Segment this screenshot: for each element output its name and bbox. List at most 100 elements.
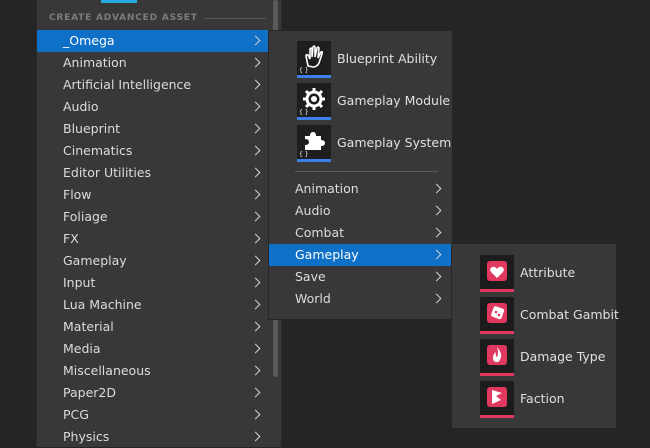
- chevron-right-icon: [250, 167, 261, 178]
- submenu-label: Audio: [295, 203, 331, 218]
- category-flow[interactable]: Flow: [37, 184, 273, 206]
- category-label: PCG: [63, 407, 89, 422]
- dice-icon: [480, 297, 514, 334]
- category-label: Gameplay: [63, 253, 127, 268]
- chevron-right-icon: [431, 293, 442, 304]
- chevron-right-icon: [250, 343, 261, 354]
- chevron-right-icon: [250, 35, 261, 46]
- puzzle-icon: { }: [297, 125, 331, 162]
- submenu-label: Gameplay: [295, 247, 359, 262]
- chevron-right-icon: [250, 101, 261, 112]
- category-artificial-intelligence[interactable]: Artificial Intelligence: [37, 74, 273, 96]
- chevron-right-icon: [250, 299, 261, 310]
- category-label: Lua Machine: [63, 297, 142, 312]
- chevron-right-icon: [431, 271, 442, 282]
- category-label: FX: [63, 231, 79, 246]
- category-paper2d[interactable]: Paper2D: [37, 382, 273, 404]
- chevron-right-icon: [250, 255, 261, 266]
- category-label: Cinematics: [63, 143, 133, 158]
- asset-gameplay-system[interactable]: { } Gameplay System: [297, 125, 451, 165]
- submenu-save[interactable]: Save: [269, 266, 452, 288]
- section-header: CREATE ADVANCED ASSET: [49, 13, 279, 25]
- category-label: Material: [63, 319, 114, 334]
- asset-blueprint-ability[interactable]: { } Blueprint Ability: [297, 41, 447, 81]
- asset-faction[interactable]: Faction: [480, 381, 612, 421]
- category-label: Paper2D: [63, 385, 116, 400]
- chevron-right-icon: [250, 409, 261, 420]
- category-fx[interactable]: FX: [37, 228, 273, 250]
- asset-gameplay-module[interactable]: { } Gameplay Module: [297, 83, 451, 123]
- category-animation[interactable]: Animation: [37, 52, 273, 74]
- chevron-right-icon: [250, 387, 261, 398]
- category-label: Foliage: [63, 209, 108, 224]
- category-label: Flow: [63, 187, 92, 202]
- asset-damage-type[interactable]: Damage Type: [480, 339, 612, 379]
- chevron-right-icon: [250, 277, 261, 288]
- gear-icon: { }: [297, 83, 331, 120]
- chevron-right-icon: [250, 365, 261, 376]
- chevron-right-icon: [250, 431, 261, 442]
- asset-label: Attribute: [520, 265, 576, 280]
- omega-submenu: { } Blueprint Ability { } Gameplay Modul…: [268, 30, 453, 320]
- submenu-world[interactable]: World: [269, 288, 452, 310]
- category-editor-utilities[interactable]: Editor Utilities: [37, 162, 273, 184]
- category-input[interactable]: Input: [37, 272, 273, 294]
- category-label: Media: [63, 341, 101, 356]
- category-physics[interactable]: Physics: [37, 426, 273, 448]
- menu-divider: [295, 171, 438, 172]
- chevron-right-icon: [250, 79, 261, 90]
- asset-attribute[interactable]: Attribute: [480, 255, 612, 295]
- chevron-right-icon: [250, 57, 261, 68]
- flag-icon: [480, 381, 514, 418]
- category-material[interactable]: Material: [37, 316, 273, 338]
- asset-label: Blueprint Ability: [337, 51, 438, 66]
- chevron-right-icon: [250, 189, 261, 200]
- submenu-label: Combat: [295, 225, 345, 240]
- asset-label: Damage Type: [520, 349, 606, 364]
- submenu-combat[interactable]: Combat: [269, 222, 452, 244]
- category-label: Audio: [63, 99, 99, 114]
- category-cinematics[interactable]: Cinematics: [37, 140, 273, 162]
- section-title: CREATE ADVANCED ASSET: [49, 13, 198, 23]
- asset-category-menu: CREATE ADVANCED ASSET _Omega Animation A…: [36, 0, 282, 447]
- asset-label: Gameplay Module: [337, 93, 451, 108]
- category-label: Animation: [63, 55, 127, 70]
- submenu-gameplay[interactable]: Gameplay: [269, 244, 452, 266]
- category-label: Editor Utilities: [63, 165, 152, 180]
- heart-icon: [480, 255, 514, 292]
- submenu-animation[interactable]: Animation: [269, 178, 452, 200]
- category-label: Physics: [63, 429, 110, 444]
- asset-label: Gameplay System: [337, 135, 452, 150]
- submenu-label: Animation: [295, 181, 359, 196]
- chevron-right-icon: [250, 211, 261, 222]
- section-divider: [204, 18, 266, 19]
- category-miscellaneous[interactable]: Miscellaneous: [37, 360, 273, 382]
- category-lua-machine[interactable]: Lua Machine: [37, 294, 273, 316]
- asset-label: Combat Gambit: [520, 307, 619, 322]
- category-blueprint[interactable]: Blueprint: [37, 118, 273, 140]
- chevron-right-icon: [431, 227, 442, 238]
- submenu-audio[interactable]: Audio: [269, 200, 452, 222]
- chevron-right-icon: [250, 123, 261, 134]
- category-gameplay[interactable]: Gameplay: [37, 250, 273, 272]
- asset-combat-gambit[interactable]: Combat Gambit: [480, 297, 619, 337]
- asset-label: Faction: [520, 391, 565, 406]
- category-audio[interactable]: Audio: [37, 96, 273, 118]
- category-pcg[interactable]: PCG: [37, 404, 273, 426]
- category-label: Miscellaneous: [63, 363, 151, 378]
- chevron-right-icon: [431, 183, 442, 194]
- category-label: Blueprint: [63, 121, 121, 136]
- category-omega[interactable]: _Omega: [37, 30, 273, 52]
- category-label: _Omega: [63, 33, 115, 48]
- submenu-label: World: [295, 291, 331, 306]
- chevron-right-icon: [250, 145, 261, 156]
- submenu-label: Save: [295, 269, 326, 284]
- hand-icon: { }: [297, 41, 331, 78]
- fire-icon: [480, 339, 514, 376]
- tab-accent: [101, 0, 137, 3]
- chevron-right-icon: [250, 233, 261, 244]
- category-label: Input: [63, 275, 96, 290]
- category-media[interactable]: Media: [37, 338, 273, 360]
- chevron-right-icon: [431, 249, 442, 260]
- category-foliage[interactable]: Foliage: [37, 206, 273, 228]
